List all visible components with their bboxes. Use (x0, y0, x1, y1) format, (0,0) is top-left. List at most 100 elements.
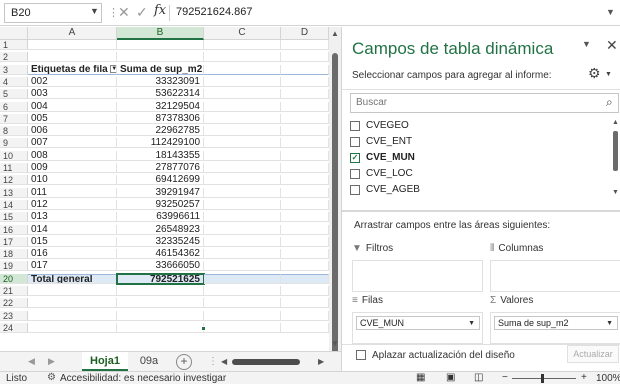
cell-c[interactable] (204, 126, 281, 137)
row-number[interactable]: 14 (0, 199, 28, 210)
expand-formula-icon[interactable]: ▼ (606, 7, 615, 17)
cell-d[interactable] (281, 138, 329, 149)
row-number[interactable]: 24 (0, 322, 28, 333)
rows-field-chip[interactable]: CVE_MUN ▼ (356, 316, 480, 330)
row-number[interactable]: 8 (0, 126, 28, 137)
vertical-scrollbar[interactable]: ▲ ▼ (329, 27, 341, 363)
cell-c[interactable] (204, 286, 281, 296)
chevron-down-icon[interactable]: ▼ (90, 6, 99, 16)
cell-c[interactable] (204, 113, 281, 124)
cell-b[interactable]: 39291947 (117, 187, 204, 198)
cell-d[interactable] (281, 89, 329, 100)
row-number[interactable]: 11 (0, 163, 28, 173)
cell-d[interactable] (281, 187, 329, 198)
field-list-scrollbar[interactable]: ▲ ▼ (612, 119, 619, 199)
field-item[interactable]: CVEGEO (350, 119, 605, 133)
cell-b[interactable]: 46154362 (117, 249, 204, 260)
cell-d[interactable] (281, 163, 329, 173)
cell-c[interactable] (204, 224, 281, 235)
row-number[interactable]: 23 (0, 310, 28, 321)
row-number[interactable]: 9 (0, 138, 28, 149)
cell-d[interactable] (281, 64, 329, 75)
cell-b[interactable]: 26548923 (117, 224, 204, 235)
cell-d[interactable] (281, 286, 329, 296)
page-layout-icon[interactable]: ▣ (446, 372, 455, 383)
cell-c[interactable] (204, 64, 281, 75)
cell-d[interactable] (281, 40, 329, 50)
cell-a[interactable]: 008 (28, 150, 117, 161)
cell-b[interactable]: 792521625 (116, 272, 205, 285)
row-number[interactable]: 17 (0, 236, 28, 247)
row-number[interactable]: 13 (0, 187, 28, 198)
formula-input[interactable]: 792521624.867 (176, 6, 252, 18)
filters-drop-zone[interactable] (352, 260, 483, 292)
cell-b[interactable]: 63996611 (117, 212, 204, 223)
cell-c[interactable] (204, 52, 281, 63)
cell-b[interactable]: 33666050 (117, 261, 204, 272)
cell-c[interactable] (204, 101, 281, 112)
row-number[interactable]: 2 (0, 52, 28, 63)
cell-c[interactable] (204, 76, 281, 87)
cell-a[interactable]: 011 (28, 187, 117, 198)
cell-d[interactable] (281, 150, 329, 161)
cell-b[interactable] (117, 322, 204, 333)
row-number[interactable]: 16 (0, 224, 28, 235)
cell-c[interactable] (204, 150, 281, 161)
scroll-thumb[interactable] (332, 53, 338, 363)
horizontal-scroll-thumb[interactable] (232, 359, 300, 365)
cell-b[interactable]: 69412699 (117, 175, 204, 186)
row-number[interactable]: 4 (0, 76, 28, 87)
cell-b[interactable] (117, 298, 204, 309)
cell-c[interactable] (204, 40, 281, 50)
zoom-level[interactable]: 100% (596, 373, 620, 384)
cell-d[interactable] (281, 298, 329, 309)
cell-a[interactable]: 009 (28, 163, 117, 173)
cell-a[interactable] (28, 310, 117, 321)
cell-d[interactable] (281, 322, 329, 333)
cell-b[interactable]: 32335245 (117, 236, 204, 247)
cell-b[interactable]: 18143355 (117, 150, 204, 161)
cell-a[interactable] (28, 286, 117, 296)
cell-c[interactable] (204, 273, 281, 284)
cell-a[interactable]: 017 (28, 261, 117, 272)
column-header-b[interactable]: B (117, 27, 204, 40)
accessibility-status[interactable]: Accesibilidad: es necesario investigar (60, 373, 226, 384)
cell-a[interactable]: 003 (28, 89, 117, 100)
column-header-c[interactable]: C (204, 27, 281, 40)
field-item[interactable]: CVE_ENT (350, 135, 605, 149)
cancel-icon[interactable]: ✕ (118, 4, 130, 21)
cell-d[interactable] (281, 76, 329, 87)
pane-splitter[interactable] (342, 210, 620, 212)
row-number[interactable]: 20 (0, 273, 28, 284)
sheet-tab-09a[interactable]: 09a (130, 352, 168, 371)
cell-c[interactable] (204, 249, 281, 260)
cell-a[interactable]: 005 (28, 113, 117, 124)
field-item[interactable]: CVE_AGEB (350, 183, 605, 197)
column-header-a[interactable]: A (28, 27, 117, 40)
cell-b[interactable]: 22962785 (117, 126, 204, 137)
cell-a[interactable]: 013 (28, 212, 117, 223)
cell-a[interactable] (28, 322, 117, 333)
cell-c[interactable] (204, 212, 281, 223)
tab-splitter-icon[interactable]: ⋮ (208, 356, 218, 367)
cell-d[interactable] (281, 101, 329, 112)
scroll-up-icon[interactable]: ▲ (612, 119, 619, 126)
field-checkbox[interactable] (350, 169, 360, 179)
cell-a[interactable] (28, 40, 117, 50)
cell-a[interactable]: 014 (28, 224, 117, 235)
cell-c[interactable] (204, 138, 281, 149)
cell-d[interactable] (281, 273, 329, 284)
cell-a[interactable]: 007 (28, 138, 117, 149)
zoom-out-icon[interactable]: − (502, 372, 508, 383)
cell-b[interactable]: 53622314 (117, 89, 204, 100)
row-number[interactable]: 21 (0, 286, 28, 296)
row-number[interactable]: 5 (0, 89, 28, 100)
cell-c[interactable] (204, 236, 281, 247)
cell-b[interactable] (117, 52, 204, 63)
search-input[interactable] (356, 97, 586, 108)
cell-a[interactable]: 004 (28, 101, 117, 112)
update-button[interactable]: Actualizar (567, 345, 619, 363)
cell-b[interactable]: 93250257 (117, 199, 204, 210)
field-checkbox[interactable] (350, 185, 360, 195)
cell-d[interactable] (281, 224, 329, 235)
